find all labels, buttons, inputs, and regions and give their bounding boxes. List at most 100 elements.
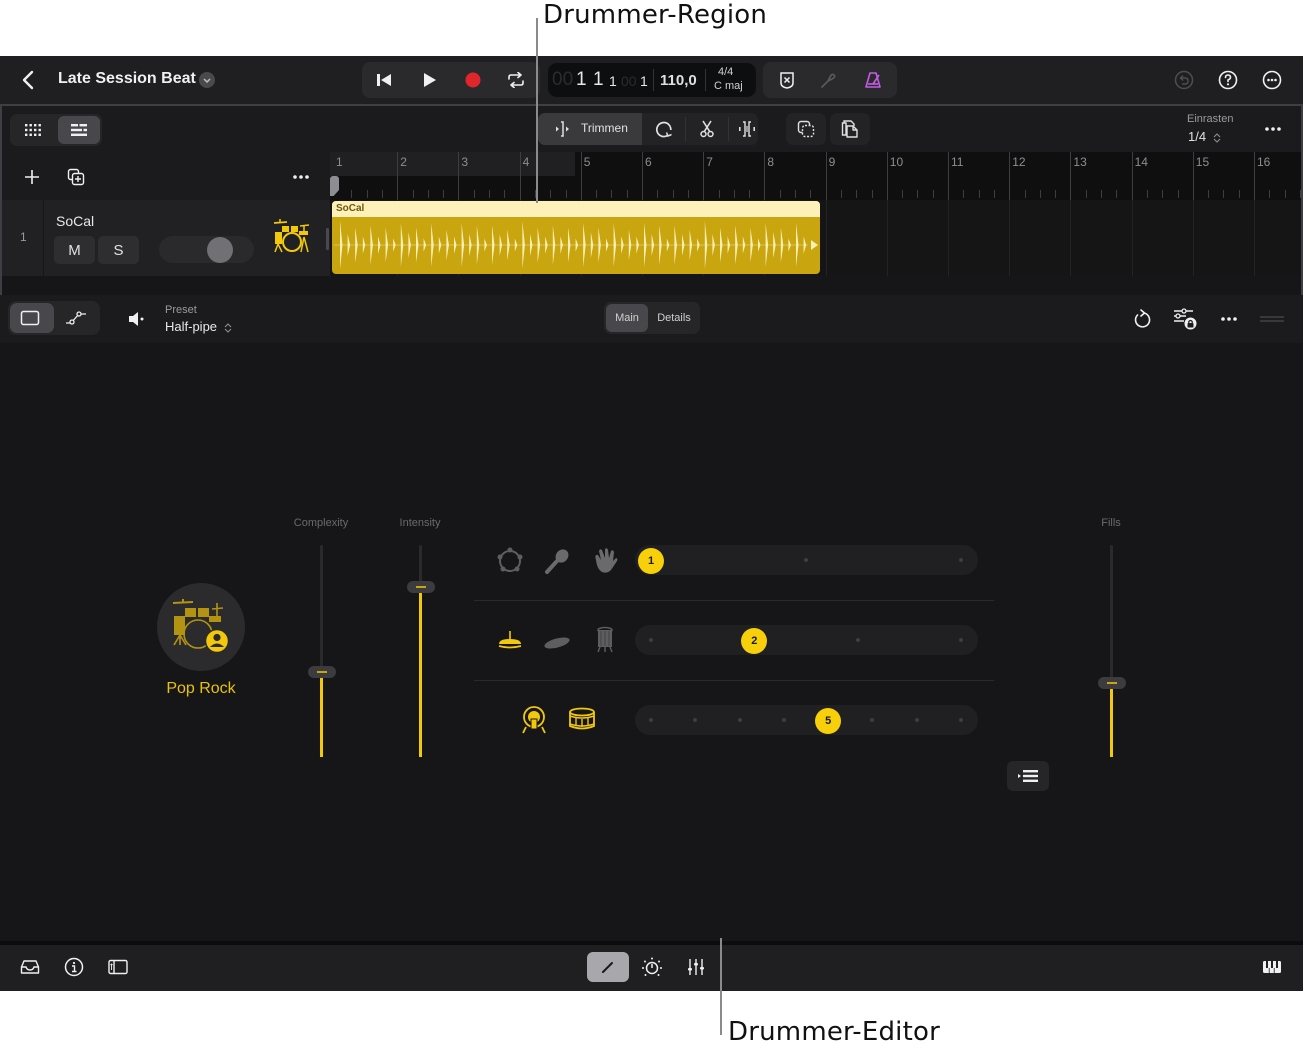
snap-value: 1/4 xyxy=(1188,129,1207,144)
tab-main[interactable]: Main xyxy=(606,304,648,332)
duplicate-icon xyxy=(67,168,85,186)
play-button[interactable] xyxy=(418,68,442,92)
speaker-icon xyxy=(129,312,144,326)
help-button[interactable] xyxy=(1216,68,1240,92)
intensity-slider-knob[interactable] xyxy=(406,581,435,594)
complexity-slider-knob[interactable] xyxy=(307,666,336,679)
tracks-more-button[interactable] xyxy=(1261,117,1285,141)
playhead-handle[interactable] xyxy=(330,176,339,196)
instrument-shaker-button[interactable] xyxy=(543,547,571,575)
mixer-button[interactable] xyxy=(684,955,708,979)
pencil-button[interactable] xyxy=(587,952,629,982)
more-button[interactable] xyxy=(1260,68,1284,92)
tempo-display[interactable]: 110,0 xyxy=(660,72,697,89)
tuner-button[interactable] xyxy=(817,68,841,92)
track-resize-handle[interactable] xyxy=(326,228,329,250)
ellipsis-icon xyxy=(293,175,309,179)
drummer-select-button[interactable] xyxy=(157,583,245,671)
bar-number: 14 xyxy=(1134,155,1148,169)
title-menu-button[interactable] xyxy=(199,72,215,88)
speaker-button[interactable] xyxy=(126,308,148,330)
key-signature[interactable]: C maj xyxy=(714,80,743,92)
beat-tick xyxy=(427,190,429,198)
info-button[interactable] xyxy=(62,955,86,979)
solo-button[interactable]: S xyxy=(98,236,139,264)
cymbal-icon xyxy=(544,637,570,649)
instrument-hihat-button[interactable] xyxy=(496,627,524,655)
instrument-kick-button[interactable] xyxy=(520,705,548,735)
instrument-snare-button[interactable] xyxy=(567,707,597,733)
beat-tick xyxy=(1116,190,1118,198)
bar-number: 15 xyxy=(1195,155,1210,169)
grid-view-button[interactable] xyxy=(20,118,46,142)
track-icon xyxy=(273,218,311,254)
bar-line xyxy=(458,152,460,200)
waveform-transient xyxy=(446,229,449,261)
loop-icon xyxy=(655,121,672,138)
refresh-button[interactable] xyxy=(1130,307,1154,331)
undo-button[interactable] xyxy=(1172,68,1196,92)
split-button[interactable] xyxy=(693,117,721,141)
fills-slider-knob[interactable] xyxy=(1097,676,1126,689)
cycle-button[interactable] xyxy=(504,68,528,92)
editor-resize-handle[interactable] xyxy=(1258,313,1286,325)
sidebar-button[interactable] xyxy=(106,955,130,979)
settings-lock-button[interactable] xyxy=(1172,306,1198,332)
track-header-socal[interactable]: 1 SoCal M S xyxy=(2,200,330,276)
region-view-button[interactable] xyxy=(18,308,42,328)
back-button[interactable] xyxy=(16,68,40,92)
preset-select[interactable]: Half-pipe xyxy=(165,319,232,334)
record-button[interactable] xyxy=(461,68,485,92)
instrument-clap-button[interactable] xyxy=(591,546,619,574)
editor-more-button[interactable] xyxy=(1217,307,1241,331)
step-dot xyxy=(737,718,742,722)
project-title[interactable]: Late Session Beat xyxy=(58,70,196,88)
snap-value-select[interactable]: 1/4 xyxy=(1188,129,1221,144)
volume-slider-knob[interactable] xyxy=(207,237,233,263)
cycle-area[interactable] xyxy=(330,152,575,176)
step-dot xyxy=(959,558,963,562)
hihat-icon xyxy=(498,631,522,649)
bar-line xyxy=(764,152,766,200)
preset-value: Half-pipe xyxy=(165,319,218,334)
instrument-row-slider[interactable]: 2 xyxy=(635,625,978,655)
metronome-button[interactable] xyxy=(861,68,885,92)
track-header-more-button[interactable] xyxy=(289,165,313,189)
bar-ruler[interactable]: 1 2 3 4 5 6 7 8 9 10 11 12 13 14 15 16 xyxy=(330,152,1301,200)
inbox-icon xyxy=(20,960,40,974)
mute-button[interactable]: M xyxy=(54,236,95,264)
row-slider-knob[interactable]: 2 xyxy=(741,628,768,654)
follow-button[interactable] xyxy=(1007,761,1049,791)
lcd-display[interactable]: 00 1 1 1 00 1 110,0 4/4 C maj xyxy=(548,63,756,97)
count-in-button[interactable] xyxy=(775,68,799,92)
instrument-tom-button[interactable] xyxy=(591,625,619,655)
smart-controls-button[interactable] xyxy=(639,955,665,979)
go-to-beginning-button[interactable] xyxy=(372,68,396,92)
add-track-button[interactable] xyxy=(20,165,44,189)
chevron-down-icon xyxy=(203,78,211,84)
tracks-view-button[interactable] xyxy=(66,118,92,142)
row-slider-knob[interactable]: 1 xyxy=(638,548,664,574)
instrument-row-slider[interactable]: 1 xyxy=(635,545,978,575)
grid-icon xyxy=(25,124,41,136)
loop-button[interactable] xyxy=(650,117,678,141)
paste-button[interactable] xyxy=(830,113,870,145)
trim-button[interactable]: Trimmen xyxy=(538,113,642,145)
drummer-region[interactable]: SoCal xyxy=(332,201,820,274)
copy-button[interactable] xyxy=(786,113,826,145)
instrument-row-slider[interactable]: 5 xyxy=(635,705,978,735)
instrument-tambourine-button[interactable] xyxy=(496,547,524,575)
tab-details[interactable]: Details xyxy=(650,304,698,332)
instrument-cymbal-button[interactable] xyxy=(543,627,571,655)
track-name[interactable]: SoCal xyxy=(56,213,94,229)
time-signature[interactable]: 4/4 xyxy=(718,66,733,78)
join-button[interactable] xyxy=(735,117,759,141)
keyboard-button[interactable] xyxy=(1260,955,1284,979)
duplicate-track-button[interactable] xyxy=(64,165,88,189)
automation-button[interactable] xyxy=(64,308,88,328)
browser-button[interactable] xyxy=(18,955,42,979)
step-dot xyxy=(781,718,786,722)
track-lane: SoCal xyxy=(330,200,1301,276)
bar-number: 12 xyxy=(1012,155,1026,169)
row-slider-knob[interactable]: 5 xyxy=(815,708,842,734)
